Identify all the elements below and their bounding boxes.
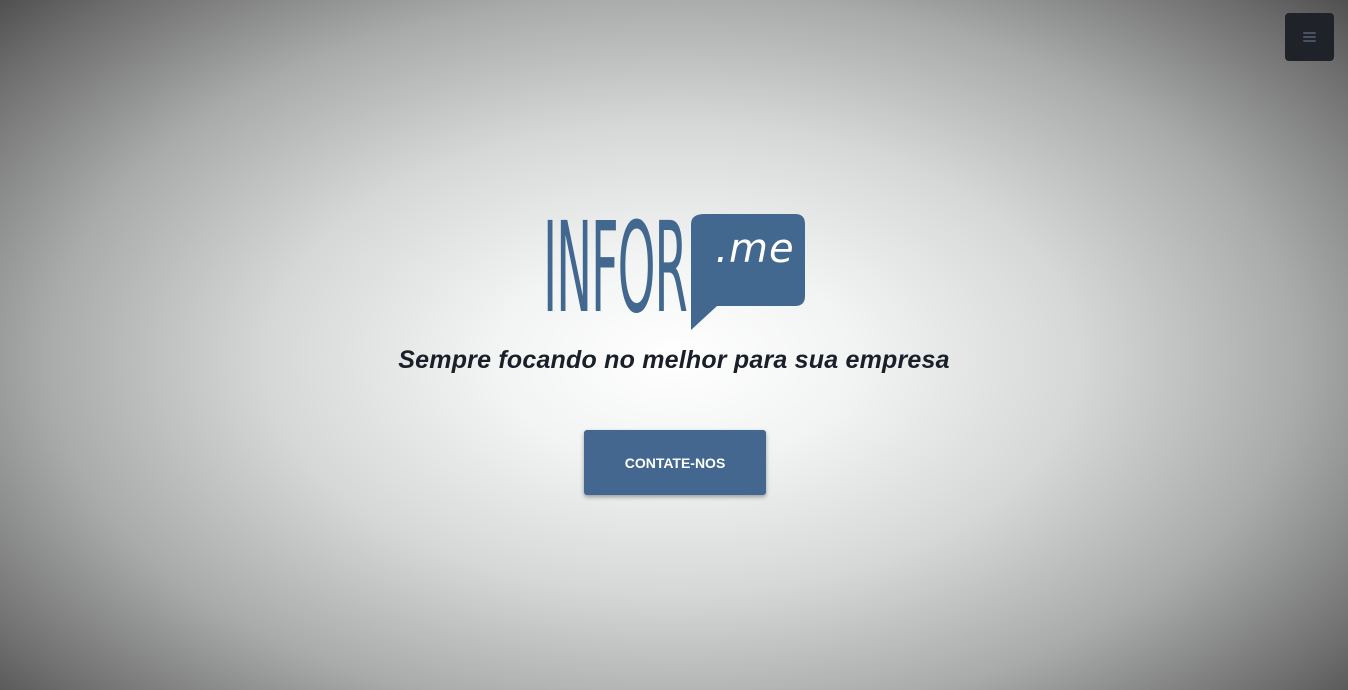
menu-toggle-button[interactable] [1285,13,1334,61]
logo-wordmark: INFOR [543,196,688,342]
hamburger-menu-icon [1303,32,1316,42]
contact-button[interactable]: CONTATE-NOS [584,430,766,495]
logo-bubble-text: .me [715,226,795,272]
tagline: Sempre focando no melhor para sua empres… [398,346,950,374]
brand-logo: INFOR .me [543,197,808,342]
